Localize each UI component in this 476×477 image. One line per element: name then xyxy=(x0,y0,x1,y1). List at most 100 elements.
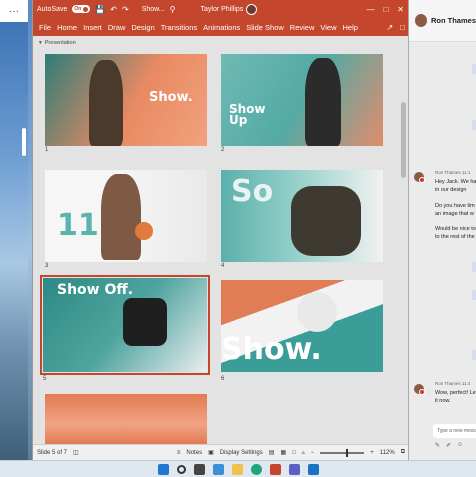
slide-image-person xyxy=(291,186,361,256)
slide-image-person xyxy=(305,58,341,146)
tab-transitions[interactable]: Transitions xyxy=(158,23,200,32)
mail-icon[interactable] xyxy=(307,463,319,475)
powerpoint-icon[interactable] xyxy=(269,463,281,475)
tab-design[interactable]: Design xyxy=(128,23,157,32)
teams-icon[interactable] xyxy=(288,463,300,475)
display-settings-button[interactable]: Display Settings xyxy=(220,450,263,456)
slide-image-person xyxy=(101,174,141,260)
teams-chat-window[interactable]: Ron Thames Ron Thames 11:1 Hey Jack. We … xyxy=(408,0,476,460)
powerpoint-window[interactable]: AutoSave On 💾 ↶ ↷ Show... ⚲ Taylor Phill… xyxy=(32,0,409,460)
own-message-bubble xyxy=(472,262,476,272)
title-bar: AutoSave On 💾 ↶ ↷ Show... ⚲ Taylor Phill… xyxy=(33,0,408,18)
chevron-down-icon[interactable]: ▾ xyxy=(39,40,42,46)
autosave-label: AutoSave xyxy=(37,5,68,13)
slide-sorter-icon[interactable]: ▦ xyxy=(280,449,286,456)
windows-start-icon[interactable] xyxy=(157,463,169,475)
tab-animations[interactable]: Animations xyxy=(200,23,243,32)
background-window[interactable]: ··· xyxy=(0,0,28,460)
chat-header: Ron Thames xyxy=(409,0,476,42)
slide-thumbnail-4[interactable]: So xyxy=(221,170,383,262)
display-settings-icon[interactable]: ▣ xyxy=(208,449,214,456)
zoom-out-icon[interactable]: − xyxy=(311,450,315,456)
avatar xyxy=(415,14,427,27)
slide-thumbnail-7[interactable] xyxy=(45,394,207,444)
section-label: Presentation xyxy=(44,40,76,46)
maximize-icon[interactable]: □ xyxy=(383,5,388,14)
fit-slide-icon[interactable]: ⧉ xyxy=(401,449,405,456)
own-message-bubble xyxy=(472,64,476,74)
widgets-icon[interactable] xyxy=(212,463,224,475)
zoom-slider-knob[interactable] xyxy=(346,448,349,457)
background-window-image xyxy=(0,22,28,460)
slide-title: Show. xyxy=(221,332,322,367)
slide-number: 3 xyxy=(45,263,49,269)
tab-draw[interactable]: Draw xyxy=(105,23,129,32)
section-header[interactable]: ▾ Presentation xyxy=(39,40,76,46)
attach-icon[interactable]: ✐ xyxy=(446,442,451,449)
ribbon-tabs: File Home Insert Draw Design Transitions… xyxy=(33,18,408,36)
slide-title: Show Up xyxy=(229,102,266,127)
undo-icon[interactable]: ↶ xyxy=(110,5,117,14)
tab-help[interactable]: Help xyxy=(340,23,361,32)
tab-view[interactable]: View xyxy=(317,23,339,32)
slide-thumbnail-5[interactable]: Show Off. xyxy=(40,275,210,375)
own-message-bubble xyxy=(472,290,476,300)
notes-button[interactable]: Notes xyxy=(186,450,202,456)
message-meta: Ron Thames 11:4 xyxy=(435,381,471,386)
file-explorer-icon[interactable] xyxy=(231,463,243,475)
document-title[interactable]: Show... xyxy=(142,6,165,13)
avatar xyxy=(414,384,425,395)
message-text: Hey Jack. We ha xyxy=(435,179,476,185)
search-icon[interactable] xyxy=(176,464,186,474)
close-icon[interactable]: ✕ xyxy=(397,5,404,14)
ellipsis-icon[interactable]: ··· xyxy=(0,0,28,22)
zoom-in-icon[interactable]: + xyxy=(370,450,374,456)
taskbar xyxy=(0,460,476,477)
slide-thumbnail-1[interactable]: Show. xyxy=(45,54,207,146)
edge-icon[interactable] xyxy=(250,463,262,475)
zoom-slider[interactable] xyxy=(320,448,365,457)
slide-title: Show. xyxy=(149,90,193,105)
background-window-scrollbar[interactable] xyxy=(22,128,26,156)
tab-insert[interactable]: Insert xyxy=(80,23,105,32)
format-icon[interactable]: ✎ xyxy=(435,442,440,449)
notes-icon[interactable]: ≡ xyxy=(177,450,181,456)
message-text: Would be nice to xyxy=(435,226,476,232)
autosave-toggle[interactable]: On xyxy=(72,5,91,13)
zoom-level[interactable]: 112% xyxy=(380,450,395,456)
contact-name[interactable]: Ron Thames xyxy=(431,16,476,25)
tab-home[interactable]: Home xyxy=(54,23,80,32)
slide-thumbnail-3[interactable]: 11 xyxy=(45,170,207,262)
task-view-icon[interactable] xyxy=(193,463,205,475)
slide-sorter: ▾ Presentation Show. 1 Show Up 2 11 3 So… xyxy=(33,36,409,444)
slide-number: 5 xyxy=(43,376,47,382)
status-bar: Slide 5 of 7 ◫ ≡ Notes ▣ Display Setting… xyxy=(33,444,409,460)
slide-image-shape xyxy=(297,292,337,332)
accessibility-icon[interactable]: ◫ xyxy=(73,449,79,456)
own-message-bubble xyxy=(472,120,476,130)
search-icon[interactable]: ⚲ xyxy=(170,5,176,14)
slide-thumbnail-2[interactable]: Show Up xyxy=(221,54,383,146)
compose-input[interactable]: Type a new mess xyxy=(433,424,476,438)
tab-review[interactable]: Review xyxy=(287,23,318,32)
normal-view-icon[interactable]: ▤ xyxy=(269,449,275,456)
slide-count: Slide 5 of 7 xyxy=(37,449,68,456)
autosave-state: On xyxy=(74,6,82,12)
vertical-scrollbar[interactable] xyxy=(401,82,406,442)
user-account[interactable]: Taylor Phillips xyxy=(201,3,258,15)
tab-slide-show[interactable]: Slide Show xyxy=(243,23,287,32)
reading-view-icon[interactable]: □ xyxy=(292,450,296,456)
share-icon[interactable]: ↗ xyxy=(386,23,393,32)
own-message-bubble xyxy=(472,350,476,360)
save-icon[interactable]: 💾 xyxy=(95,5,105,14)
slideshow-icon[interactable]: ▵ xyxy=(302,449,305,456)
minimize-icon[interactable]: — xyxy=(366,5,374,14)
redo-icon[interactable]: ↷ xyxy=(122,5,129,14)
emoji-icon[interactable]: ☺ xyxy=(457,442,463,449)
window-controls: — □ ✕ xyxy=(366,5,404,14)
comments-icon[interactable]: □ xyxy=(400,23,405,32)
slide-thumbnail-6[interactable]: Show. xyxy=(221,280,383,372)
slide-number: 1 xyxy=(45,147,49,153)
scrollbar-thumb[interactable] xyxy=(401,102,406,178)
tab-file[interactable]: File xyxy=(36,23,54,32)
